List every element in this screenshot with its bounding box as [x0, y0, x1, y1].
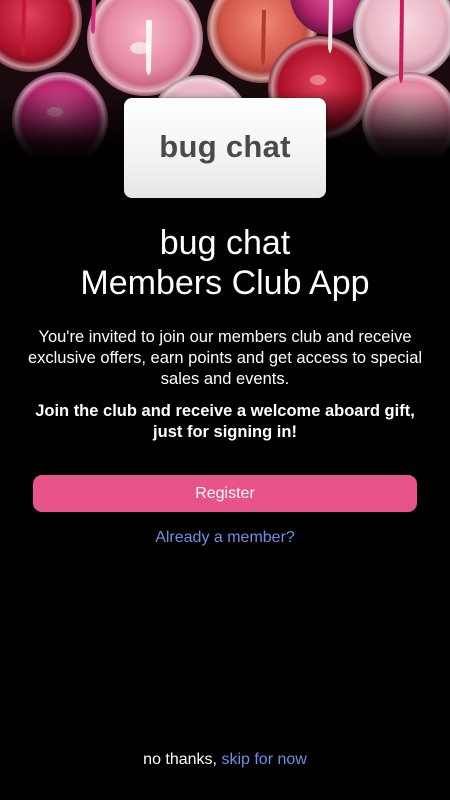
already-member-container: Already a member? — [0, 528, 450, 548]
already-member-link[interactable]: Already a member? — [155, 529, 295, 546]
register-button[interactable]: Register — [33, 475, 417, 512]
page-title-line-2: Members Club App — [80, 264, 370, 302]
page-title: bug chat Members Club App — [0, 223, 450, 303]
skip-footer: no thanks, skip for now — [0, 750, 450, 770]
skip-for-now-link[interactable]: skip for now — [221, 751, 306, 768]
page-title-line-1: bug chat — [159, 224, 291, 262]
skip-prefix-text: no thanks, — [143, 751, 222, 768]
intro-text: You're invited to join our members club … — [27, 328, 423, 388]
brand-logo-text: bug chat — [159, 129, 291, 164]
brand-logo: bug chat — [124, 98, 326, 198]
welcome-screen: bug chat bug chat Members Club App You'r… — [0, 0, 450, 800]
offer-text: Join the club and receive a welcome aboa… — [35, 402, 415, 441]
